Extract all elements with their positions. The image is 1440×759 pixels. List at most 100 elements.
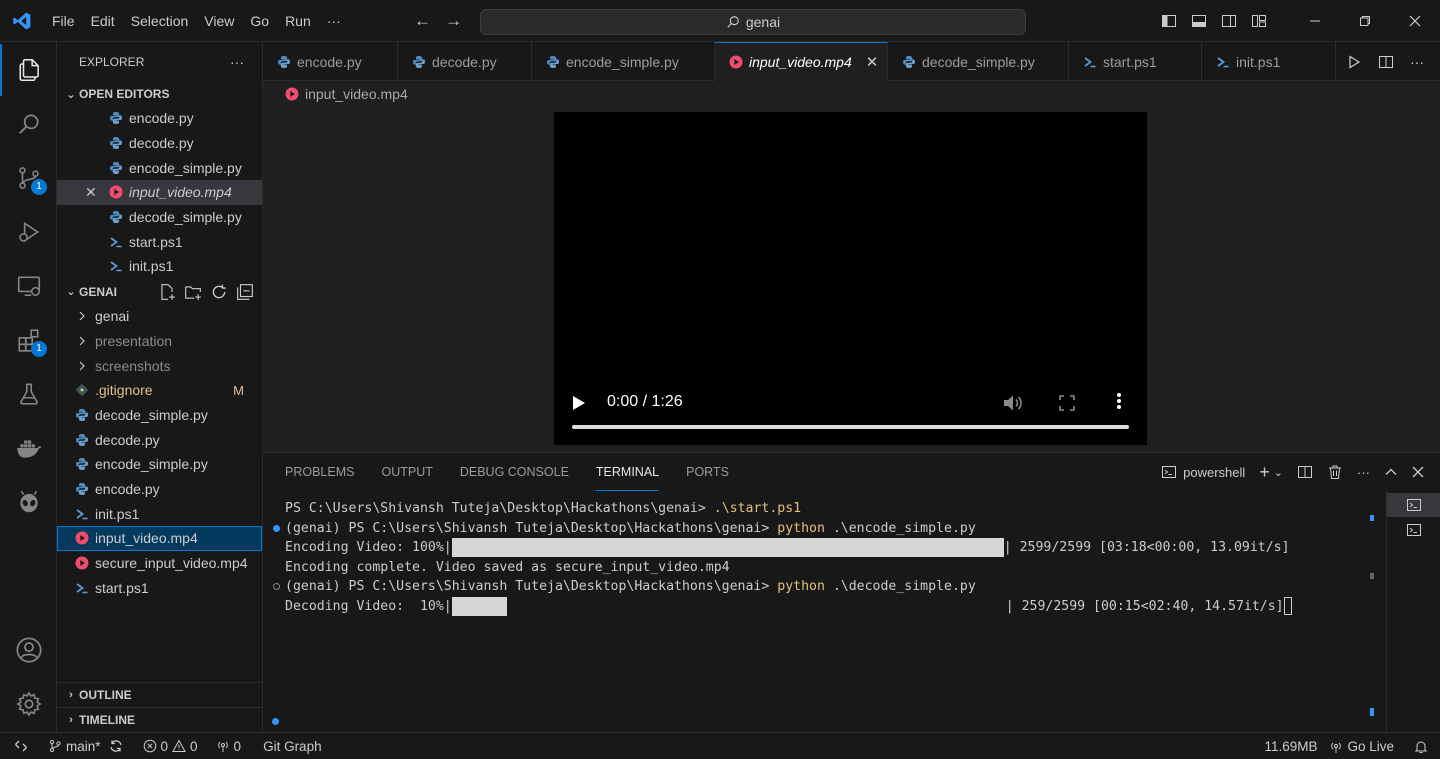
- accounts-icon[interactable]: [0, 624, 57, 676]
- more-actions-icon[interactable]: ···: [1410, 54, 1424, 70]
- file-item[interactable]: secure_input_video.mp4: [57, 551, 262, 576]
- new-terminal-icon[interactable]: +: [1259, 462, 1270, 483]
- run-file-icon[interactable]: [1346, 54, 1362, 70]
- new-file-icon[interactable]: [158, 283, 176, 301]
- close-window-button[interactable]: [1390, 0, 1440, 42]
- open-editor-item[interactable]: decode_simple.py: [57, 205, 262, 230]
- panel-tab-problems[interactable]: PROBLEMS: [285, 453, 354, 491]
- prompt-decoration[interactable]: [272, 718, 279, 725]
- panel-tab-terminal[interactable]: TERMINAL: [595, 453, 660, 491]
- minimize-button[interactable]: [1290, 0, 1340, 42]
- close-tab-icon[interactable]: ✕: [866, 53, 879, 71]
- kill-terminal-trash-icon[interactable]: [1327, 464, 1343, 480]
- command-center-search[interactable]: genai: [480, 9, 1026, 35]
- command-success-decoration[interactable]: [273, 524, 280, 532]
- more-actions-icon[interactable]: ···: [1357, 465, 1370, 480]
- explorer-more-actions[interactable]: ···: [230, 54, 244, 70]
- folder-item[interactable]: presentation: [57, 329, 262, 354]
- file-item[interactable]: decode.py: [57, 427, 262, 452]
- sync-icon[interactable]: [109, 739, 123, 753]
- file-item[interactable]: encode_simple.py: [57, 452, 262, 477]
- video-options-icon[interactable]: [1116, 392, 1122, 410]
- close-icon[interactable]: ✕: [85, 184, 97, 201]
- docker-icon[interactable]: [0, 422, 57, 474]
- command-running-decoration[interactable]: [273, 583, 280, 590]
- timeline-section[interactable]: › TIMELINE: [57, 707, 263, 732]
- problems-status[interactable]: 0 0: [137, 739, 204, 754]
- file-item[interactable]: input_video.mp4: [57, 526, 262, 551]
- customize-layout-icon[interactable]: [1244, 0, 1274, 42]
- back-arrow-icon[interactable]: ←: [414, 11, 431, 31]
- panel-tab-output[interactable]: OUTPUT: [381, 453, 432, 491]
- toggle-primary-sidebar-icon[interactable]: [1154, 0, 1184, 42]
- alien-extension-icon[interactable]: [0, 476, 57, 528]
- maximize-panel-icon[interactable]: [1384, 465, 1398, 479]
- remote-explorer-icon[interactable]: [0, 260, 57, 312]
- git-branch-status[interactable]: main*: [42, 739, 129, 754]
- collapse-all-icon[interactable]: [236, 283, 254, 301]
- terminal-instance-2[interactable]: [1387, 518, 1440, 542]
- panel-tab-ports[interactable]: PORTS: [686, 453, 729, 491]
- terminal-output[interactable]: PS C:\Users\Shivansh Tuteja\Desktop\Hack…: [273, 499, 1385, 616]
- source-control-icon[interactable]: 1: [0, 152, 57, 204]
- git-graph-button[interactable]: Git Graph: [257, 739, 328, 754]
- editor-tab[interactable]: decode.py: [398, 42, 532, 81]
- remote-indicator-icon[interactable]: [0, 732, 42, 759]
- open-editor-item[interactable]: decode.py: [57, 131, 262, 156]
- split-terminal-icon[interactable]: [1297, 464, 1313, 480]
- run-debug-icon[interactable]: [0, 206, 57, 258]
- open-editors-section[interactable]: ⌄ OPEN EDITORS: [57, 82, 262, 106]
- menu-selection[interactable]: Selection: [123, 0, 197, 42]
- video-player[interactable]: 0:00 / 1:26: [554, 112, 1147, 445]
- testing-flask-icon[interactable]: [0, 368, 57, 420]
- menu-go[interactable]: Go: [242, 0, 277, 42]
- menu-run[interactable]: Run: [277, 0, 319, 42]
- folder-item[interactable]: screenshots: [57, 353, 262, 378]
- file-item[interactable]: init.ps1: [57, 501, 262, 526]
- explorer-icon[interactable]: [0, 44, 57, 96]
- menu-more[interactable]: ···: [319, 0, 349, 42]
- open-editor-item[interactable]: init.ps1: [57, 254, 262, 279]
- close-panel-icon[interactable]: [1412, 466, 1424, 478]
- fullscreen-icon[interactable]: [1059, 395, 1075, 411]
- new-folder-icon[interactable]: [184, 283, 202, 301]
- editor-tab[interactable]: init.ps1: [1202, 42, 1336, 81]
- ports-status[interactable]: 0: [210, 739, 248, 754]
- open-editor-item[interactable]: ✕ input_video.mp4: [57, 180, 262, 205]
- editor-tab[interactable]: encode_simple.py: [532, 42, 715, 81]
- chevron-down-icon[interactable]: ⌄: [1274, 466, 1283, 479]
- play-icon[interactable]: [572, 395, 586, 411]
- memory-usage[interactable]: 11.69MB: [1264, 739, 1317, 754]
- volume-icon[interactable]: [1003, 394, 1023, 412]
- refresh-icon[interactable]: [210, 283, 228, 301]
- breadcrumb-file[interactable]: input_video.mp4: [305, 86, 408, 102]
- search-icon[interactable]: [0, 98, 57, 150]
- menu-edit[interactable]: Edit: [83, 0, 123, 42]
- open-editor-item[interactable]: encode_simple.py: [57, 155, 262, 180]
- editor-tab[interactable]: input_video.mp4 ✕: [715, 42, 888, 81]
- editor-tab[interactable]: encode.py: [263, 42, 398, 81]
- go-live-button[interactable]: Go Live: [1329, 739, 1394, 754]
- outline-section[interactable]: › OUTLINE: [57, 682, 263, 707]
- menu-view[interactable]: View: [196, 0, 242, 42]
- notifications-bell-icon[interactable]: [1414, 740, 1428, 754]
- file-item[interactable]: decode_simple.py: [57, 403, 262, 428]
- editor-tab[interactable]: start.ps1: [1069, 42, 1202, 81]
- settings-gear-icon[interactable]: [0, 678, 57, 730]
- toggle-secondary-sidebar-icon[interactable]: [1214, 0, 1244, 42]
- toggle-panel-icon[interactable]: [1184, 0, 1214, 42]
- menu-file[interactable]: File: [44, 0, 83, 42]
- file-item[interactable]: .gitignore M: [57, 378, 262, 403]
- open-editor-item[interactable]: start.ps1: [57, 229, 262, 254]
- extensions-icon[interactable]: 1: [0, 314, 57, 366]
- workspace-section[interactable]: ⌄ GENAI: [57, 280, 262, 304]
- terminal-instance-1[interactable]: [1387, 493, 1440, 517]
- file-item[interactable]: start.ps1: [57, 575, 262, 600]
- folder-item[interactable]: genai: [57, 304, 262, 329]
- file-item[interactable]: encode.py: [57, 477, 262, 502]
- terminal-shell-selector[interactable]: powershell: [1161, 464, 1245, 480]
- open-editor-item[interactable]: encode.py: [57, 106, 262, 131]
- panel-tab-debug-console[interactable]: DEBUG CONSOLE: [460, 453, 569, 491]
- split-editor-icon[interactable]: [1378, 54, 1394, 70]
- editor-tab[interactable]: decode_simple.py: [888, 42, 1069, 81]
